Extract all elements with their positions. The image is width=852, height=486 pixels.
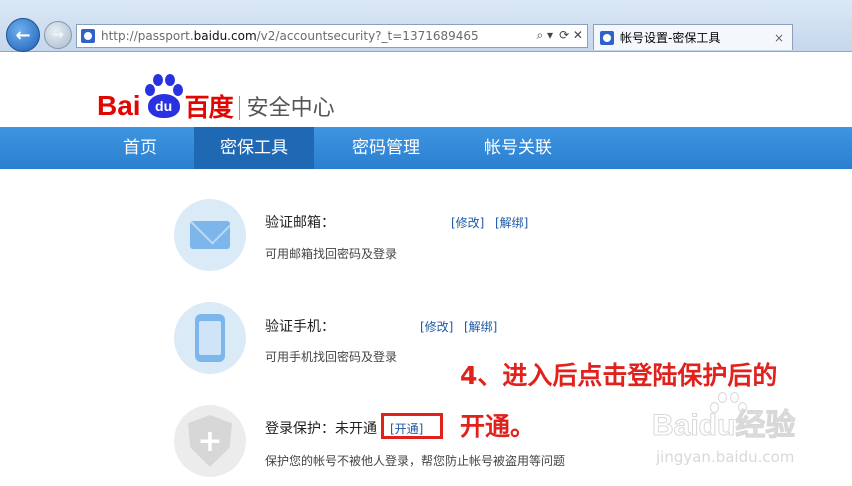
shield-plus-icon: + bbox=[174, 405, 246, 477]
watermark: Baidu经验 jingyan.baidu.com bbox=[651, 392, 852, 486]
protect-desc: 保护您的帐号不被他人登录，帮您防止帐号被盗用等问题 bbox=[265, 454, 566, 468]
nav-home[interactable]: 首页 bbox=[100, 127, 180, 169]
address-url[interactable]: http://passport.baidu.com/v2/accountsecu… bbox=[101, 29, 479, 43]
watermark-site: jingyan.baidu.com bbox=[656, 448, 795, 466]
nav-password-manage[interactable]: 密码管理 bbox=[336, 127, 436, 169]
nav-account-link[interactable]: 帐号关联 bbox=[468, 127, 568, 169]
annotation-line1: 4、进入后点击登陆保护后的 bbox=[460, 361, 778, 390]
watermark-logo: Baidu经验 bbox=[651, 409, 796, 443]
refresh-stop-icon[interactable]: ⟳ ✕ bbox=[559, 28, 583, 43]
tab-title: 帐号设置-密保工具 bbox=[620, 31, 721, 45]
baidu-paw-icon: du bbox=[142, 74, 184, 120]
email-title: 验证邮箱： bbox=[265, 215, 335, 231]
logo-du-text: du bbox=[155, 98, 173, 114]
phone-icon bbox=[174, 302, 246, 374]
address-bar[interactable]: http://passport.baidu.com/v2/accountsecu… bbox=[76, 24, 588, 48]
email-unbind-link[interactable]: [解绑] bbox=[495, 214, 528, 231]
site-logo[interactable]: Bai du 百度 安全中心 bbox=[97, 70, 335, 120]
logo-bai-text: Bai bbox=[97, 90, 141, 121]
browser-tab[interactable]: 帐号设置-密保工具 × bbox=[593, 24, 793, 50]
annotation-line2: 开通。 bbox=[460, 412, 536, 441]
phone-title: 验证手机： bbox=[265, 319, 335, 335]
browser-chrome: ← → http://passport.baidu.com/v2/account… bbox=[0, 0, 852, 52]
phone-desc: 可用手机找回密码及登录 bbox=[265, 350, 398, 364]
logo-divider bbox=[238, 96, 240, 120]
logo-subtitle: 安全中心 bbox=[246, 96, 335, 121]
back-button[interactable]: ← bbox=[6, 18, 40, 52]
site-favicon-icon bbox=[81, 29, 95, 43]
logo-cn-text: 百度 bbox=[184, 93, 234, 122]
forward-arrow-icon: → bbox=[52, 27, 64, 43]
email-modify-link[interactable]: [修改] bbox=[451, 214, 484, 231]
tab-favicon-icon bbox=[600, 30, 614, 45]
phone-unbind-link[interactable]: [解绑] bbox=[464, 318, 497, 335]
tab-close-icon[interactable]: × bbox=[774, 31, 784, 45]
mail-icon bbox=[174, 199, 246, 271]
nav-security-tools[interactable]: 密保工具 bbox=[194, 127, 314, 169]
phone-modify-link[interactable]: [修改] bbox=[420, 318, 453, 335]
search-dropdown-icon[interactable]: ⌕ ▾ bbox=[537, 28, 554, 43]
email-desc: 可用邮箱找回密码及登录 bbox=[265, 247, 398, 261]
protect-title: 登录保护：未开通 bbox=[265, 421, 377, 437]
forward-button[interactable]: → bbox=[44, 21, 72, 49]
main-nav: 首页 密保工具 密码管理 帐号关联 bbox=[0, 127, 852, 169]
highlight-box bbox=[381, 413, 443, 439]
back-arrow-icon: ← bbox=[15, 24, 31, 46]
